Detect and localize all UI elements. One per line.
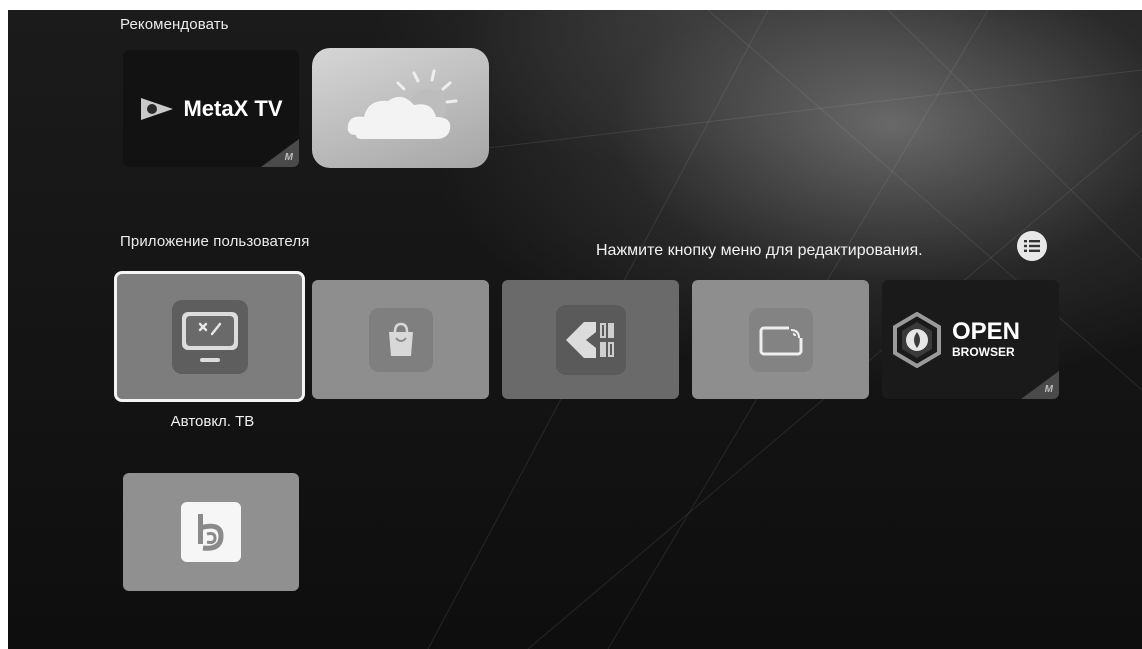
metax-tv-logo: MetaX TV bbox=[139, 95, 283, 122]
diamond-file-icon bbox=[555, 304, 626, 375]
corner-badge bbox=[1021, 371, 1059, 399]
corner-badge bbox=[261, 139, 299, 167]
metax-tv-title: MetaX TV bbox=[183, 95, 283, 121]
app-tile-store[interactable] bbox=[312, 280, 489, 399]
edit-hint-text: Нажмите кнопку меню для редактирования. bbox=[596, 242, 923, 259]
leaf-hexagon-icon bbox=[893, 311, 941, 368]
open-browser-line1: OPEN bbox=[952, 317, 1021, 345]
recommend-section-title: Рекомендовать bbox=[120, 16, 229, 33]
b-logo-icon bbox=[181, 502, 241, 562]
open-browser-line2: BROWSER bbox=[952, 344, 1015, 359]
cloud-icon bbox=[347, 69, 457, 139]
app-tile-open-browser[interactable]: OPEN BROWSER M bbox=[882, 280, 1059, 399]
app-tile-b-app[interactable] bbox=[123, 473, 299, 591]
open-browser-title: OPEN BROWSER bbox=[952, 317, 1021, 360]
m-badge-icon: M bbox=[284, 152, 293, 163]
app-label-autostart-tv: Автовкл. ТВ bbox=[170, 413, 255, 430]
cast-icon bbox=[748, 307, 813, 372]
m-badge-icon: M bbox=[1044, 384, 1053, 395]
home-screen: Рекомендовать MetaX TV M Приложение поль bbox=[8, 10, 1142, 649]
app-tile-screen-cast[interactable] bbox=[692, 280, 869, 399]
shopping-bag-icon bbox=[368, 307, 433, 372]
app-tile-file-manager[interactable] bbox=[502, 280, 679, 399]
tv-power-icon bbox=[171, 299, 248, 374]
weather-tile[interactable] bbox=[312, 48, 489, 168]
play-icon bbox=[141, 97, 174, 120]
app-tile-autostart-tv[interactable] bbox=[114, 271, 305, 402]
menu-button[interactable] bbox=[1017, 231, 1047, 261]
metax-tv-tile[interactable]: MetaX TV M bbox=[123, 50, 299, 167]
list-icon bbox=[1024, 240, 1040, 252]
user-apps-section-title: Приложение пользователя bbox=[120, 233, 310, 250]
